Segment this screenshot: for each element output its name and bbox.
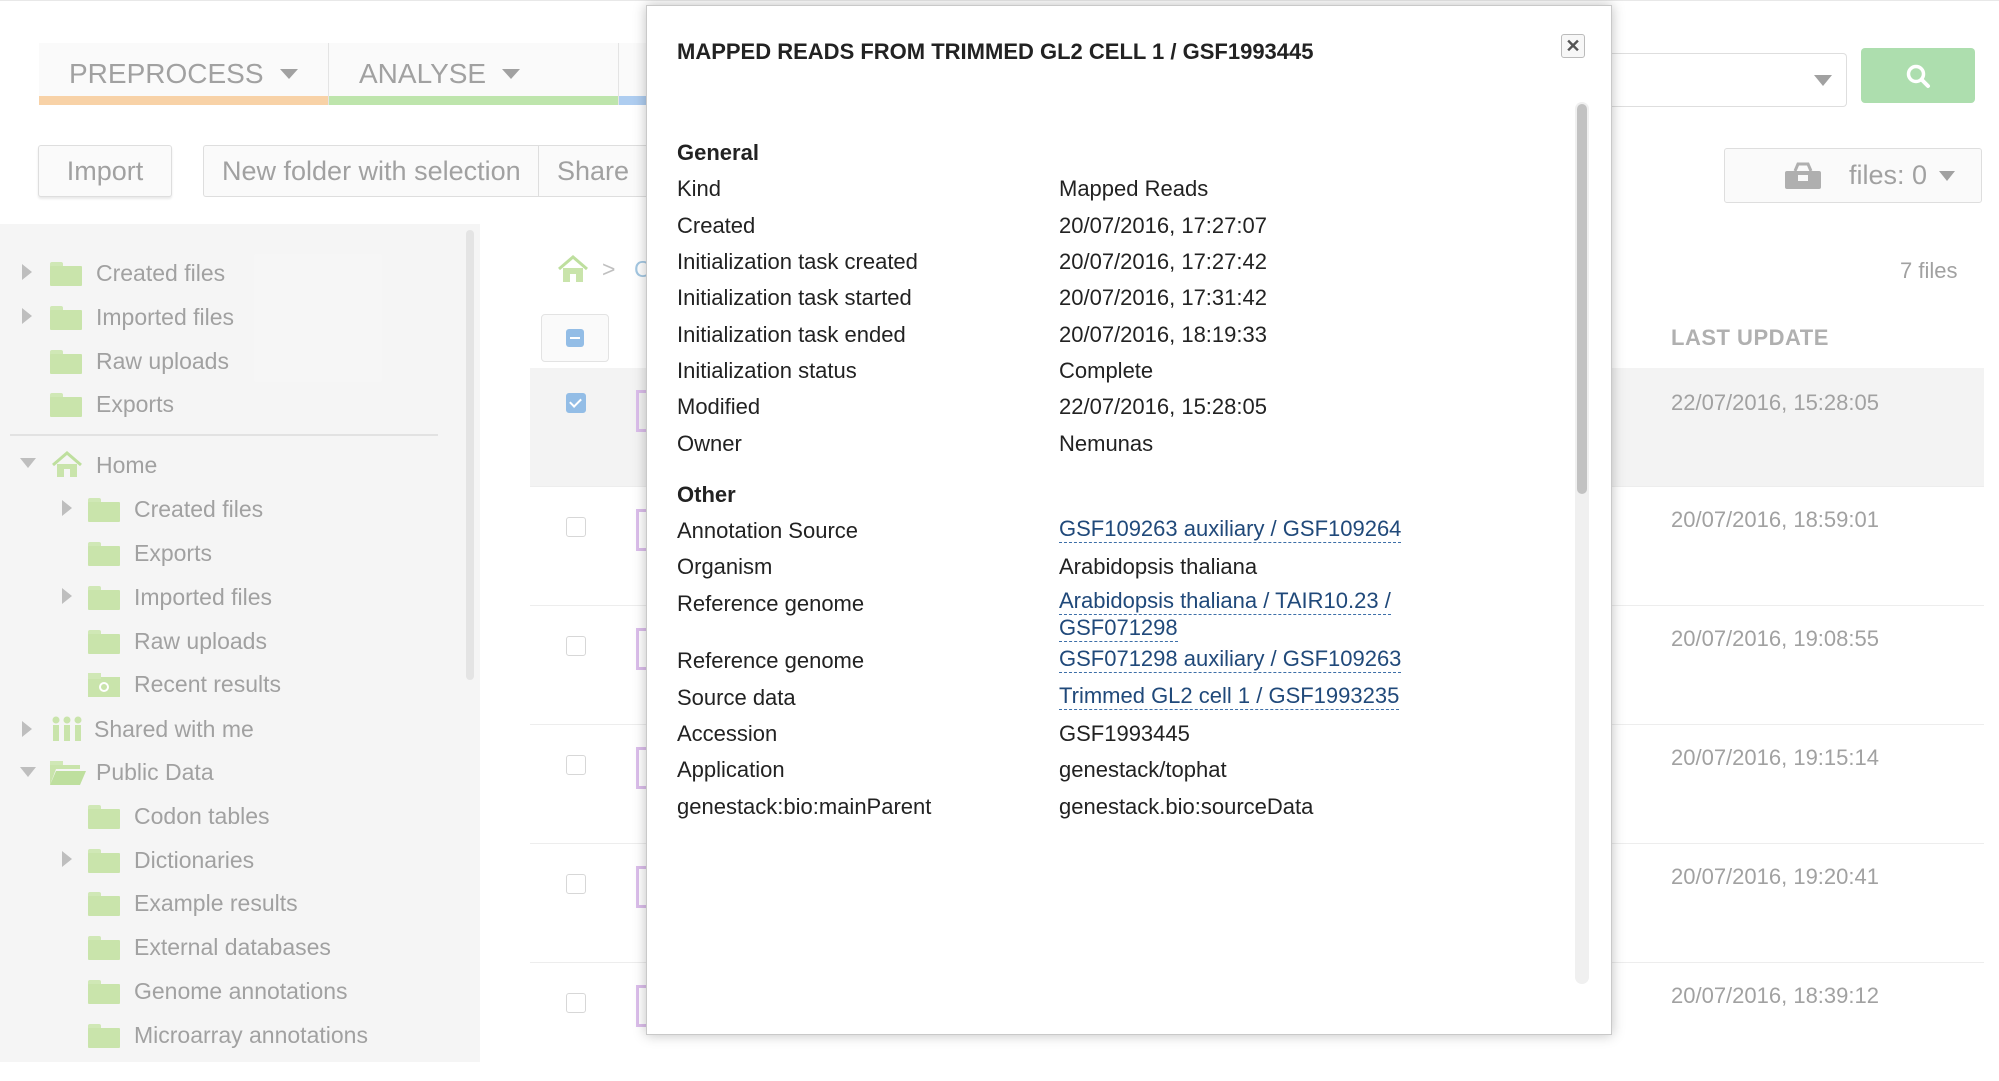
prop-label: genestack:bio:mainParent	[677, 794, 932, 819]
prop-label: Initialization task ended	[677, 322, 906, 347]
prop-label: Application	[677, 757, 785, 782]
prop-label: Modified	[677, 394, 761, 419]
prop-label: Created	[677, 213, 756, 238]
prop-label: Source data	[677, 685, 796, 710]
prop-label: Accession	[677, 721, 778, 746]
prop-value: genestack.bio:sourceData	[1059, 794, 1314, 819]
prop-label: Initialization status	[677, 358, 857, 383]
prop-label: Initialization task started	[677, 285, 912, 310]
prop-value: 20/07/2016, 17:31:42	[1059, 285, 1267, 310]
prop-label: Annotation Source	[677, 518, 859, 543]
prop-label: Organism	[677, 554, 773, 579]
prop-label: Reference genome	[677, 648, 865, 673]
prop-value: 20/07/2016, 18:19:33	[1059, 322, 1267, 347]
file-info-dialog: MAPPED READS FROM TRIMMED GL2 CELL 1 / G…	[646, 5, 1612, 1035]
prop-value: 22/07/2016, 15:28:05	[1059, 394, 1267, 419]
prop-label: Owner	[677, 431, 742, 456]
reference-genome-auxiliary-link[interactable]: GSF071298 auxiliary / GSF109263	[1059, 646, 1402, 673]
dialog-scrollbar[interactable]	[1575, 102, 1589, 984]
prop-value: Nemunas	[1059, 431, 1154, 456]
close-button[interactable]: ✕	[1561, 34, 1585, 58]
reference-genome-link[interactable]: Arabidopsis thaliana / TAIR10.23 /	[1059, 588, 1391, 615]
prop-value: Complete	[1059, 358, 1154, 383]
prop-value: Mapped Reads	[1059, 176, 1209, 201]
dialog-body: General Kind Mapped Reads Created 20/07/…	[647, 94, 1567, 990]
section-heading-other: Other	[677, 482, 736, 507]
dialog-title: MAPPED READS FROM TRIMMED GL2 CELL 1 / G…	[677, 39, 1314, 64]
reference-genome-link-continued[interactable]: GSF071298	[1059, 615, 1178, 642]
scrollbar-thumb[interactable]	[1577, 104, 1587, 494]
prop-value: 20/07/2016, 17:27:42	[1059, 249, 1267, 274]
prop-label: Initialization task created	[677, 249, 918, 274]
prop-label: Reference genome	[677, 591, 865, 616]
prop-value: GSF1993445	[1059, 721, 1190, 746]
prop-value: Arabidopsis thaliana	[1059, 554, 1258, 579]
prop-value: genestack/tophat	[1059, 757, 1227, 782]
source-data-link[interactable]: Trimmed GL2 cell 1 / GSF1993235	[1059, 683, 1400, 710]
annotation-source-link[interactable]: GSF109263 auxiliary / GSF109264	[1059, 516, 1402, 543]
prop-value: 20/07/2016, 17:27:07	[1059, 213, 1267, 238]
section-heading-general: General	[677, 140, 759, 165]
prop-label: Kind	[677, 176, 722, 201]
close-icon: ✕	[1565, 36, 1581, 56]
